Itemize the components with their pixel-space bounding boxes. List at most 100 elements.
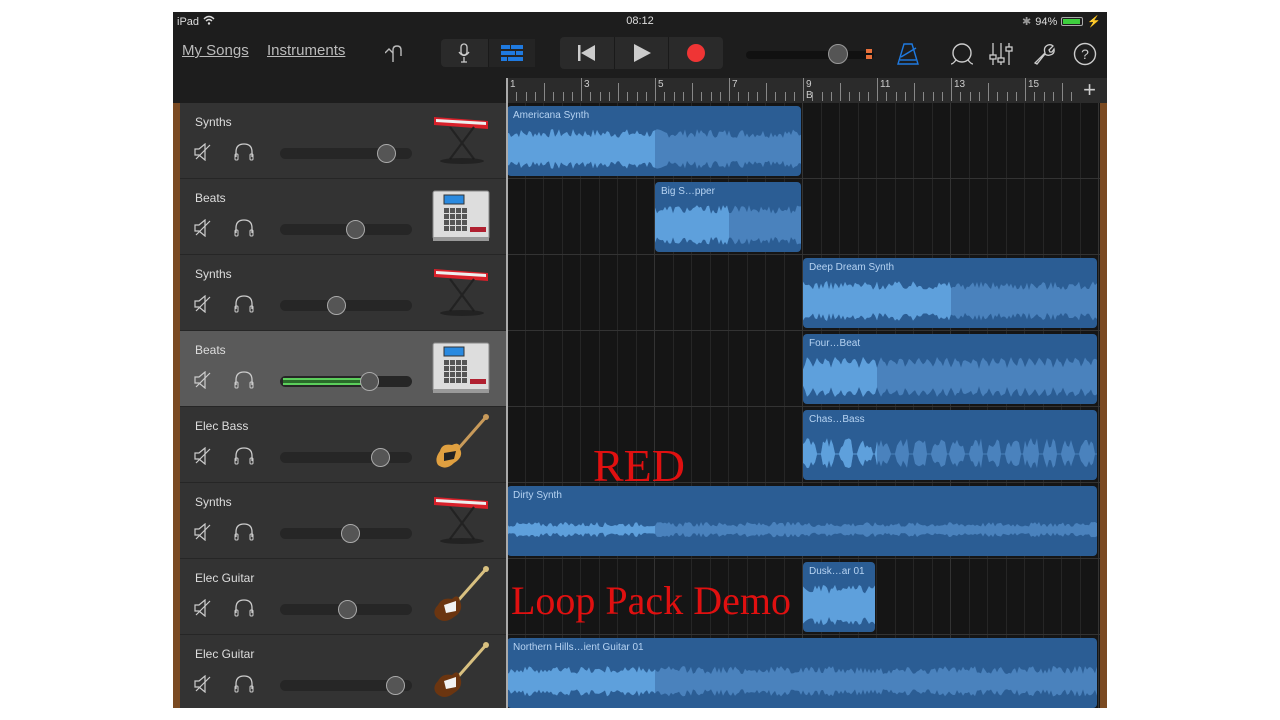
- track-volume-knob[interactable]: [338, 600, 358, 619]
- mute-icon[interactable]: [194, 522, 212, 546]
- timeline-ruler[interactable]: 1 3 5 7 9 11 13 15 B: [506, 78, 1091, 103]
- row-divider: [506, 406, 1100, 407]
- drum-machine-icon[interactable]: [430, 185, 492, 247]
- headphones-icon[interactable]: [234, 219, 254, 242]
- undo-icon[interactable]: [380, 40, 408, 68]
- track-headers: Synths Beats Synths Beats Elec Bass Synths Ele…: [180, 103, 506, 708]
- metronome-icon[interactable]: [894, 40, 922, 68]
- track-volume-slider[interactable]: [280, 524, 412, 543]
- track-volume-knob[interactable]: [386, 676, 406, 695]
- rewind-button[interactable]: [560, 37, 615, 69]
- row-divider: [506, 558, 1100, 559]
- headphones-icon[interactable]: [234, 675, 254, 698]
- track-header[interactable]: Elec Bass: [180, 407, 506, 483]
- headphones-icon[interactable]: [234, 371, 254, 394]
- track-header[interactable]: Beats: [180, 179, 506, 255]
- mute-icon[interactable]: [194, 598, 212, 622]
- audio-region[interactable]: Deep Dream Synth: [803, 258, 1097, 328]
- mic-view-button[interactable]: [441, 39, 489, 67]
- electric-guitar-icon[interactable]: [430, 565, 492, 627]
- track-volume-slider[interactable]: [280, 144, 412, 163]
- drum-machine-icon[interactable]: [430, 337, 492, 399]
- headphones-icon[interactable]: [234, 523, 254, 546]
- track-volume-slider[interactable]: [280, 600, 412, 619]
- headphones-icon[interactable]: [234, 295, 254, 318]
- electric-guitar-icon[interactable]: [430, 641, 492, 703]
- my-songs-link[interactable]: My Songs: [182, 42, 249, 59]
- keyboard-synth-icon[interactable]: [430, 109, 492, 171]
- track-name: Beats: [195, 191, 226, 205]
- track-header[interactable]: Elec Guitar: [180, 559, 506, 635]
- waveform: [507, 522, 1097, 538]
- mute-icon[interactable]: [194, 446, 212, 470]
- headphones-icon[interactable]: [234, 599, 254, 622]
- bass-guitar-icon[interactable]: [430, 413, 492, 475]
- track-header[interactable]: Elec Guitar: [180, 635, 506, 708]
- ruler-label: 11: [880, 79, 891, 90]
- help-icon[interactable]: ?: [1071, 40, 1099, 68]
- ruler-tick: [682, 92, 684, 101]
- audio-region[interactable]: Dirty Synth: [507, 486, 1097, 556]
- svg-text:?: ?: [1081, 46, 1089, 62]
- settings-wrench-icon[interactable]: [1030, 40, 1058, 68]
- track-volume-knob[interactable]: [371, 448, 391, 467]
- track-volume-slider[interactable]: [280, 296, 412, 315]
- track-header[interactable]: Synths: [180, 103, 506, 179]
- waveform: [803, 585, 875, 625]
- track-volume-slider[interactable]: [280, 372, 412, 391]
- loop-browser-icon[interactable]: [948, 40, 976, 68]
- audio-region[interactable]: Northern Hills…ient Guitar 01: [507, 638, 1097, 708]
- ruler-tick: [599, 92, 601, 101]
- track-header[interactable]: Synths: [180, 483, 506, 559]
- play-button[interactable]: [615, 37, 670, 69]
- ruler-tick: [858, 92, 860, 101]
- ruler-tick: [571, 92, 573, 101]
- master-volume-slider[interactable]: [746, 44, 874, 64]
- instruments-link[interactable]: Instruments: [267, 42, 345, 59]
- add-section-button[interactable]: +: [1072, 78, 1107, 103]
- track-volume-slider[interactable]: [280, 220, 412, 239]
- tracks-view-button[interactable]: [488, 39, 535, 67]
- track-volume-slider[interactable]: [280, 676, 412, 695]
- record-button[interactable]: [669, 37, 723, 69]
- playhead[interactable]: [506, 78, 508, 708]
- track-volume-knob[interactable]: [377, 144, 397, 163]
- ruler-tick: [969, 92, 971, 101]
- headphones-icon[interactable]: [234, 143, 254, 166]
- ruler-tick: [886, 92, 888, 101]
- mute-icon[interactable]: [194, 218, 212, 242]
- master-volume-knob[interactable]: [828, 44, 849, 64]
- audio-region[interactable]: Big S…pper: [655, 182, 801, 252]
- level-meter: [283, 378, 369, 385]
- track-volume-knob[interactable]: [345, 220, 365, 239]
- ruler-tick: [997, 92, 999, 101]
- keyboard-synth-icon[interactable]: [430, 489, 492, 551]
- track-volume-knob[interactable]: [326, 296, 346, 315]
- track-volume-slider[interactable]: [280, 448, 412, 467]
- track-volume-knob[interactable]: [359, 372, 379, 391]
- track-name: Synths: [195, 267, 232, 281]
- audio-region[interactable]: Chas…Bass: [803, 410, 1097, 480]
- mute-icon[interactable]: [194, 294, 212, 318]
- ruler-tick: [719, 92, 721, 101]
- mute-icon[interactable]: [194, 370, 212, 394]
- status-bar: iPad 08:12 ✱ 94% ⚡: [173, 12, 1107, 30]
- region-name: Dirty Synth: [513, 490, 562, 501]
- track-name: Elec Guitar: [195, 647, 255, 661]
- ruler-tick: [849, 92, 851, 101]
- region-name: Americana Synth: [513, 110, 590, 121]
- waveform: [507, 129, 801, 169]
- mixer-icon[interactable]: [987, 40, 1015, 68]
- mute-icon[interactable]: [194, 142, 212, 166]
- transport-controls: [560, 37, 723, 69]
- track-header[interactable]: Synths: [180, 255, 506, 331]
- track-volume-knob[interactable]: [340, 524, 360, 543]
- track-header[interactable]: Beats: [180, 331, 506, 407]
- audio-region[interactable]: Americana Synth: [507, 106, 801, 176]
- mute-icon[interactable]: [194, 674, 212, 698]
- headphones-icon[interactable]: [234, 447, 254, 470]
- ruler-tick: [673, 92, 675, 101]
- audio-region[interactable]: Dusk…ar 01: [803, 562, 875, 632]
- keyboard-synth-icon[interactable]: [430, 261, 492, 323]
- audio-region[interactable]: Four…Beat: [803, 334, 1097, 404]
